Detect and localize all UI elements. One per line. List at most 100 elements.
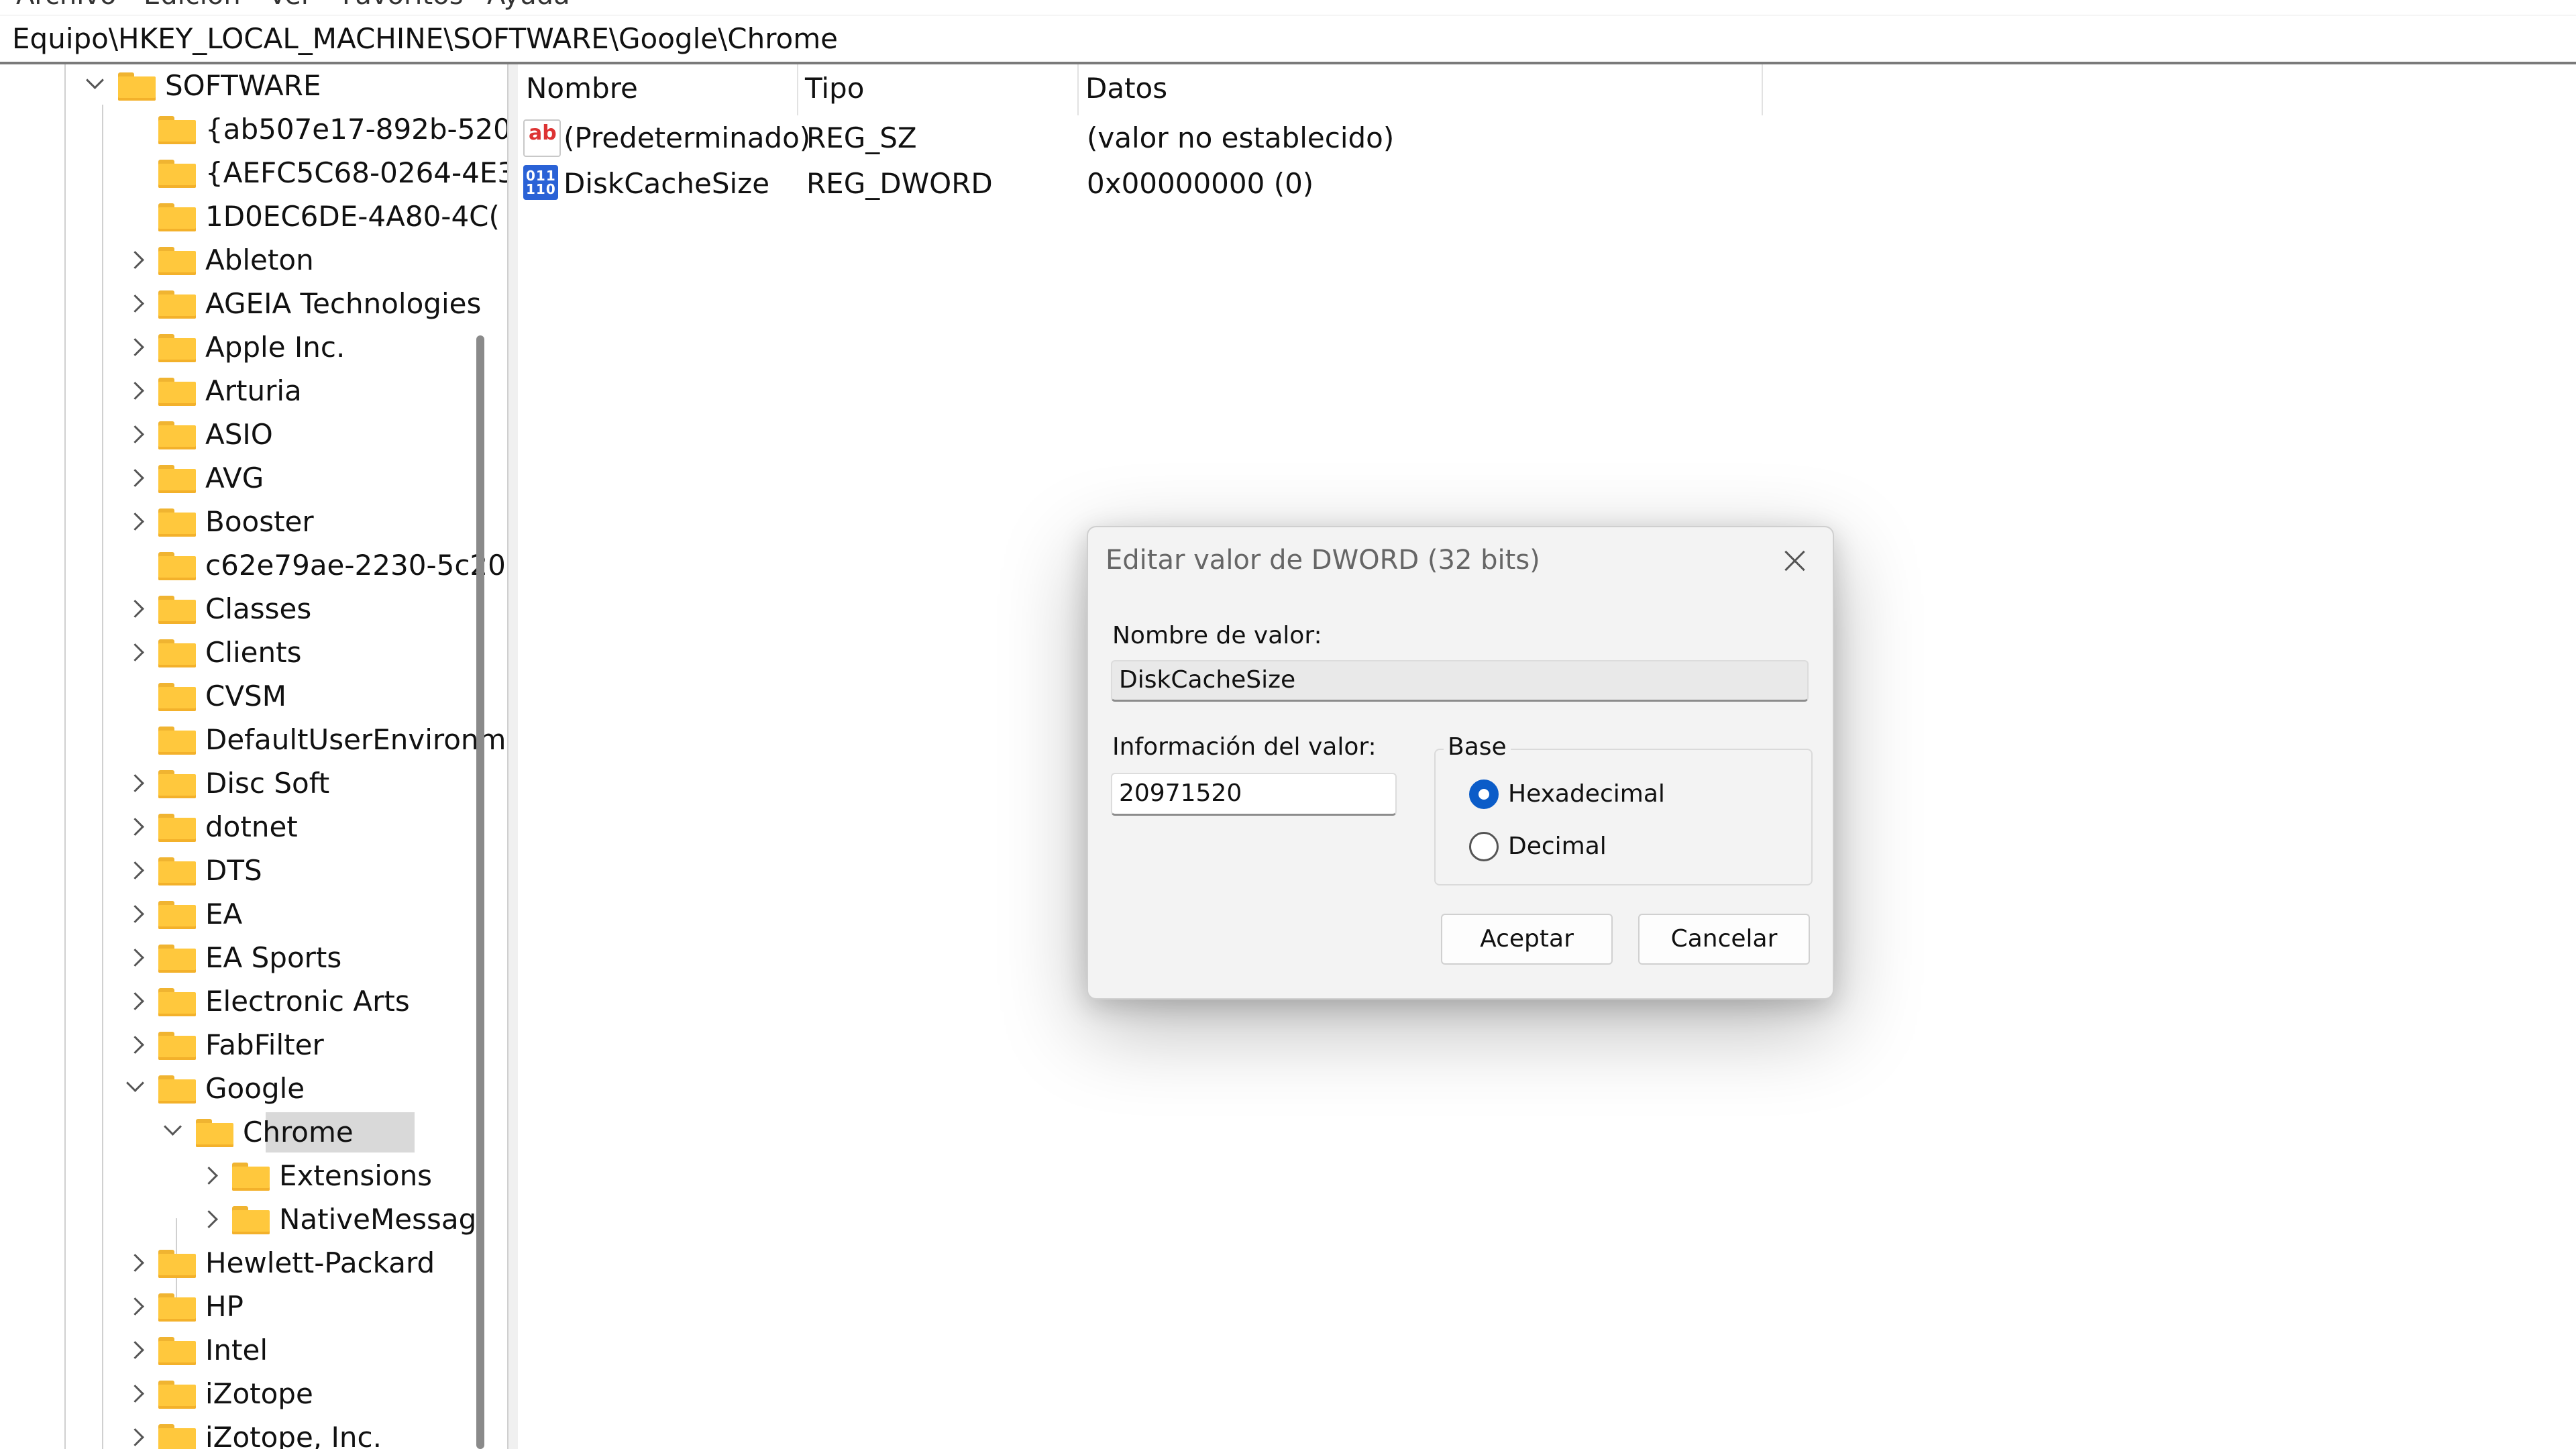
tree-node-ableton[interactable]: Ableton bbox=[0, 239, 507, 282]
tree-node-electronic-arts[interactable]: Electronic Arts bbox=[0, 980, 507, 1023]
tree-node-1d0ec6de-4a80-4c[interactable]: 1D0EC6DE-4A80-4C( bbox=[0, 195, 507, 238]
value-name: DiskCacheSize bbox=[564, 167, 770, 200]
tree-node-label: Booster bbox=[205, 505, 314, 538]
folder-icon bbox=[196, 1119, 233, 1147]
folder-icon bbox=[158, 727, 196, 755]
tree-node-software[interactable]: SOFTWARE bbox=[0, 64, 507, 107]
chevron-right-icon[interactable] bbox=[126, 818, 144, 836]
chevron-right-icon[interactable] bbox=[126, 992, 144, 1010]
chevron-right-icon[interactable] bbox=[126, 949, 144, 967]
chevron-right-icon[interactable] bbox=[126, 600, 144, 618]
value-name: (Predeterminado) bbox=[564, 121, 811, 154]
tree-node-label: Apple Inc. bbox=[205, 331, 345, 364]
chevron-down-icon[interactable] bbox=[164, 1118, 182, 1136]
tree-node-google[interactable]: Google bbox=[0, 1067, 507, 1110]
tree-node-label: AGEIA Technologies bbox=[205, 287, 482, 320]
address-path[interactable]: Equipo\HKEY_LOCAL_MACHINE\SOFTWARE\Googl… bbox=[12, 21, 838, 56]
chevron-right-icon[interactable] bbox=[126, 294, 144, 313]
address-bar[interactable]: Equipo\HKEY_LOCAL_MACHINE\SOFTWARE\Googl… bbox=[0, 16, 2576, 64]
column-header-nombre[interactable]: Nombre bbox=[518, 64, 798, 115]
tree-node-apple-inc[interactable]: Apple Inc. bbox=[0, 326, 507, 369]
tree-node-extensions[interactable]: Extensions bbox=[0, 1155, 507, 1197]
value-row-predeterminado[interactable]: ab (Predeterminado) REG_SZ (valor no est… bbox=[518, 115, 1860, 161]
menu-ayuda[interactable]: Ayuda bbox=[487, 0, 570, 11]
tree-node-izotope-inc[interactable]: iZotope, Inc. bbox=[0, 1416, 507, 1449]
chevron-right-icon[interactable] bbox=[126, 513, 144, 531]
menu-ver[interactable]: Ver bbox=[268, 0, 312, 11]
tree-node-cvsm[interactable]: CVSM bbox=[0, 675, 507, 718]
registry-tree[interactable]: SOFTWARE {ab507e17-892b-520 {AEFC5C68-0264… bbox=[0, 64, 507, 1449]
tree-scrollbar[interactable] bbox=[476, 335, 484, 1449]
tree-node-ab507e17-892b-520[interactable]: {ab507e17-892b-520 bbox=[0, 108, 507, 151]
tree-node-ea-sports[interactable]: EA Sports bbox=[0, 936, 507, 979]
tree-node-avg[interactable]: AVG bbox=[0, 457, 507, 500]
chevron-right-icon[interactable] bbox=[126, 905, 144, 923]
folder-icon bbox=[158, 1032, 196, 1060]
folder-icon bbox=[158, 857, 196, 885]
cancel-button[interactable]: Cancelar bbox=[1638, 914, 1810, 965]
chevron-right-icon[interactable] bbox=[126, 338, 144, 356]
menu-edicion[interactable]: Edición bbox=[144, 0, 241, 11]
menu-archivo[interactable]: Archivo bbox=[16, 0, 117, 11]
hexadecimal-radio[interactable] bbox=[1469, 780, 1499, 809]
tree-node-arturia[interactable]: Arturia bbox=[0, 370, 507, 413]
folder-icon bbox=[158, 988, 196, 1016]
chevron-right-icon[interactable] bbox=[126, 1254, 144, 1272]
tree-node-booster[interactable]: Booster bbox=[0, 500, 507, 543]
folder-icon bbox=[158, 814, 196, 842]
tree-node-label: Hewlett-Packard bbox=[205, 1246, 435, 1279]
value-name-field: DiskCacheSize bbox=[1111, 660, 1809, 702]
tree-node-classes[interactable]: Classes bbox=[0, 588, 507, 631]
chevron-right-icon[interactable] bbox=[126, 382, 144, 400]
tree-node-label: SOFTWARE bbox=[165, 69, 321, 102]
ok-button[interactable]: Aceptar bbox=[1441, 914, 1613, 965]
tree-node-dts[interactable]: DTS bbox=[0, 849, 507, 892]
chevron-right-icon[interactable] bbox=[126, 1036, 144, 1054]
decimal-radio[interactable] bbox=[1469, 832, 1499, 861]
value-row-diskcachesize[interactable]: 011 110 DiskCacheSize REG_DWORD 0x000000… bbox=[518, 161, 1860, 207]
close-icon[interactable] bbox=[1779, 545, 1811, 577]
tree-node-label: Electronic Arts bbox=[205, 985, 410, 1018]
tree-node-nativemessagi[interactable]: NativeMessagi bbox=[0, 1198, 507, 1241]
decimal-label[interactable]: Decimal bbox=[1508, 832, 1607, 861]
chevron-right-icon[interactable] bbox=[126, 1428, 144, 1446]
tree-node-fabfilter[interactable]: FabFilter bbox=[0, 1024, 507, 1067]
tree-node-label: DefaultUserEnvironm bbox=[205, 723, 506, 756]
menu-favoritos[interactable]: Favoritos bbox=[342, 0, 464, 11]
tree-node-chrome[interactable]: Chrome bbox=[0, 1111, 507, 1154]
tree-node-izotope[interactable]: iZotope bbox=[0, 1373, 507, 1415]
menu-bar: Archivo Edición Ver Favoritos Ayuda bbox=[0, 0, 2576, 15]
tree-node-aefc5c68-0264-4e3[interactable]: {AEFC5C68-0264-4E3 bbox=[0, 152, 507, 195]
chevron-right-icon[interactable] bbox=[200, 1210, 218, 1228]
tree-node-c62e79ae-2230-5c20[interactable]: c62e79ae-2230-5c20 bbox=[0, 544, 507, 587]
tree-node-asio[interactable]: ASIO bbox=[0, 413, 507, 456]
tree-node-label: Disc Soft bbox=[205, 767, 330, 800]
column-header-tipo[interactable]: Tipo bbox=[797, 64, 1079, 115]
chevron-right-icon[interactable] bbox=[126, 861, 144, 879]
column-header-datos[interactable]: Datos bbox=[1077, 64, 1763, 115]
value-data-input[interactable]: 20971520 bbox=[1111, 773, 1397, 816]
chevron-right-icon[interactable] bbox=[126, 425, 144, 443]
chevron-down-icon[interactable] bbox=[126, 1074, 144, 1092]
chevron-right-icon[interactable] bbox=[200, 1167, 218, 1185]
tree-node-ea[interactable]: EA bbox=[0, 893, 507, 936]
chevron-right-icon[interactable] bbox=[126, 1297, 144, 1316]
folder-icon bbox=[158, 596, 196, 624]
hexadecimal-label[interactable]: Hexadecimal bbox=[1508, 780, 1665, 809]
tree-node-clients[interactable]: Clients bbox=[0, 631, 507, 674]
chevron-right-icon[interactable] bbox=[126, 643, 144, 661]
chevron-right-icon[interactable] bbox=[126, 1341, 144, 1359]
tree-node-intel[interactable]: Intel bbox=[0, 1329, 507, 1372]
tree-node-hp[interactable]: HP bbox=[0, 1285, 507, 1328]
folder-icon bbox=[158, 1075, 196, 1104]
chevron-right-icon[interactable] bbox=[126, 774, 144, 792]
tree-node-ageia-technologies[interactable]: AGEIA Technologies bbox=[0, 282, 507, 325]
chevron-down-icon[interactable] bbox=[86, 71, 104, 89]
chevron-right-icon[interactable] bbox=[126, 1385, 144, 1403]
tree-node-hewlett-packard[interactable]: Hewlett-Packard bbox=[0, 1242, 507, 1285]
chevron-right-icon[interactable] bbox=[126, 251, 144, 269]
chevron-right-icon[interactable] bbox=[126, 469, 144, 487]
tree-node-dotnet[interactable]: dotnet bbox=[0, 806, 507, 849]
tree-node-defaultuserenvironm[interactable]: DefaultUserEnvironm bbox=[0, 718, 507, 761]
tree-node-disc-soft[interactable]: Disc Soft bbox=[0, 762, 507, 805]
